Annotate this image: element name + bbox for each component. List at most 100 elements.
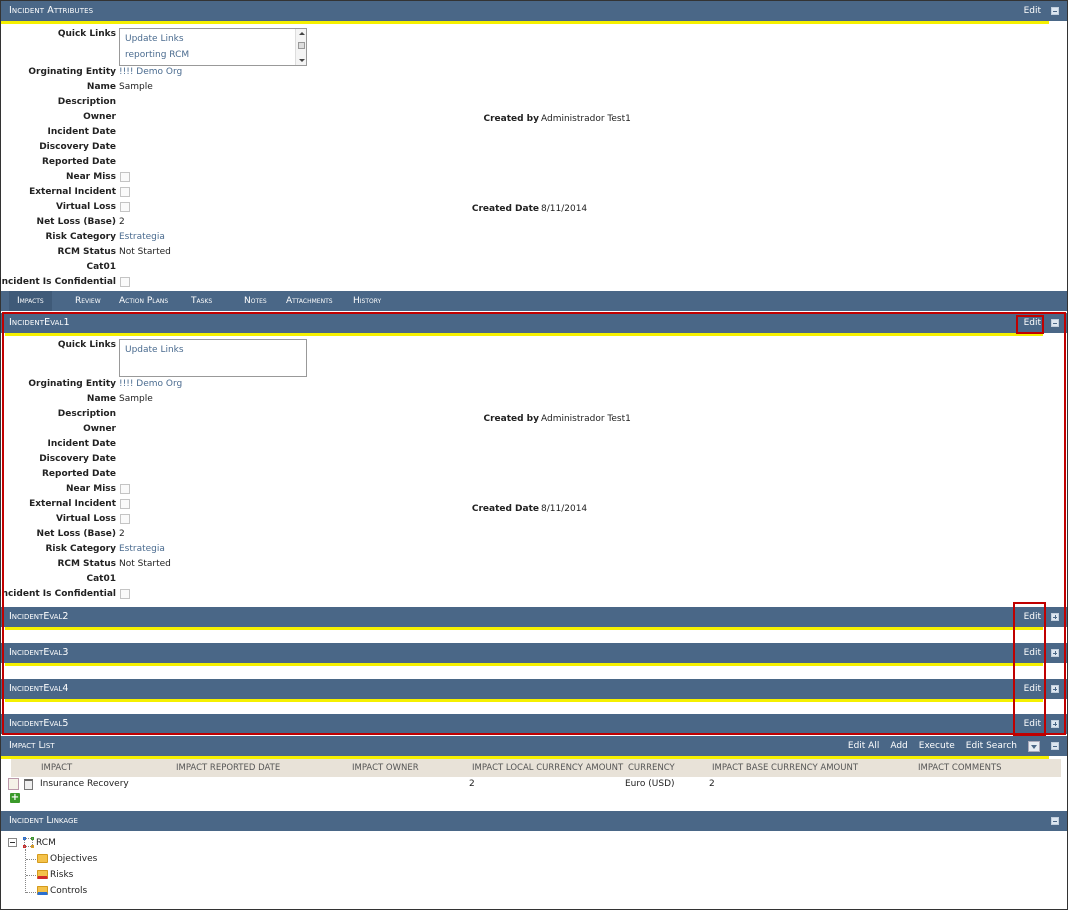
field-value: 8/11/2014 bbox=[541, 504, 588, 514]
tab-attachments[interactable]: Attachments bbox=[278, 291, 341, 311]
quick-link[interactable]: Update Links bbox=[125, 343, 184, 358]
tree-line bbox=[25, 849, 26, 893]
checkbox[interactable] bbox=[120, 589, 130, 599]
field-value[interactable]: Estrategia bbox=[119, 542, 165, 557]
quick-links-row: Quick Links Update Links bbox=[1, 338, 1068, 377]
impact-list-header: Impact List Edit All Add Execute Edit Se… bbox=[1, 736, 1067, 756]
add-row-icon[interactable]: + bbox=[10, 793, 20, 803]
divider bbox=[5, 699, 1043, 702]
dropdown-icon[interactable] bbox=[1028, 740, 1040, 752]
divider bbox=[1, 21, 1049, 24]
tab-notes[interactable]: Notes bbox=[236, 291, 275, 311]
field-value: Administrador Test1 bbox=[541, 114, 631, 124]
field-name: Name Sample bbox=[1, 392, 1068, 407]
tab-review[interactable]: Review bbox=[67, 291, 109, 311]
expand-icon[interactable] bbox=[1051, 649, 1059, 657]
field-reported-date: Reported Date bbox=[1, 467, 1068, 482]
add-button[interactable]: Add bbox=[890, 736, 907, 756]
field-rcm-status: RCM Status Not Started bbox=[1, 245, 1068, 260]
tree-item-risks[interactable]: Risks bbox=[37, 868, 73, 882]
field-risk-category: Risk Category Estrategia bbox=[1, 542, 1068, 557]
expand-icon[interactable] bbox=[1051, 685, 1059, 693]
field-value[interactable]: Estrategia bbox=[119, 230, 165, 245]
incident-eval3-header: IncidentEval3 Edit bbox=[1, 643, 1067, 663]
field-label: Net Loss (Base) bbox=[36, 217, 116, 227]
field-rcm-status: RCM Status Not Started bbox=[1, 557, 1068, 572]
field-near-miss: Near Miss bbox=[1, 482, 1068, 497]
expand-icon[interactable] bbox=[1051, 613, 1059, 621]
quick-links-label: Quick Links bbox=[57, 340, 116, 350]
column-header[interactable]: IMPACT REPORTED DATE bbox=[176, 759, 280, 777]
edit-button[interactable]: Edit bbox=[1024, 313, 1041, 333]
checkbox[interactable] bbox=[120, 484, 130, 494]
edit-search-button[interactable]: Edit Search bbox=[966, 736, 1017, 756]
section-title: Incident Linkage bbox=[9, 815, 78, 826]
tree-root-rcm[interactable]: RCM bbox=[36, 836, 56, 850]
collapse-icon[interactable] bbox=[1051, 319, 1059, 327]
field-label: Reported Date bbox=[41, 157, 116, 167]
field-incident-date: Incident Date bbox=[1, 125, 1068, 140]
scroll-down-icon[interactable] bbox=[299, 59, 305, 62]
edit-button[interactable]: Edit bbox=[1024, 714, 1041, 734]
edit-button[interactable]: Edit bbox=[1024, 607, 1041, 627]
edit-all-button[interactable]: Edit All bbox=[848, 736, 879, 756]
section-title: IncidentEval3 bbox=[9, 647, 69, 658]
tree-collapse-icon[interactable] bbox=[8, 838, 17, 847]
field-value[interactable]: !!!! Demo Org bbox=[119, 377, 182, 392]
checkbox[interactable] bbox=[120, 277, 130, 287]
edit-button[interactable]: Edit bbox=[1024, 643, 1041, 663]
edit-button[interactable]: Edit bbox=[1024, 679, 1041, 699]
execute-button[interactable]: Execute bbox=[919, 736, 955, 756]
field-label: Name bbox=[86, 82, 116, 92]
scrollbar[interactable] bbox=[295, 29, 306, 65]
scroll-up-icon[interactable] bbox=[299, 32, 305, 35]
column-header[interactable]: IMPACT BASE CURRENCY AMOUNT bbox=[712, 759, 858, 777]
tab-bar: Impacts Review Action Plans Tasks Notes … bbox=[1, 291, 1067, 311]
checkbox[interactable] bbox=[120, 172, 130, 182]
tab-impacts[interactable]: Impacts bbox=[9, 291, 52, 311]
objectives-folder-icon bbox=[37, 854, 48, 863]
incident-linkage-header: Incident Linkage bbox=[1, 811, 1067, 831]
tab-history[interactable]: History bbox=[345, 291, 389, 311]
quick-links-list[interactable]: Update Links bbox=[119, 339, 307, 377]
column-header[interactable]: IMPACT COMMENTS bbox=[918, 759, 1002, 777]
table-header: IMPACT IMPACT REPORTED DATE IMPACT OWNER… bbox=[11, 759, 1061, 777]
edit-button[interactable]: Edit bbox=[1024, 1, 1041, 21]
section-title: Incident Attributes bbox=[9, 5, 94, 16]
section-title: IncidentEval4 bbox=[9, 683, 69, 694]
checkbox[interactable] bbox=[120, 187, 130, 197]
section-title: IncidentEval1 bbox=[9, 317, 70, 328]
quick-links-list[interactable]: Update Links reporting RCM bbox=[119, 28, 307, 66]
expand-icon[interactable] bbox=[1051, 720, 1059, 728]
column-header[interactable]: CURRENCY bbox=[628, 759, 675, 777]
tree-item-label: Risks bbox=[50, 870, 74, 880]
column-header[interactable]: IMPACT LOCAL CURRENCY AMOUNT bbox=[472, 759, 623, 777]
tree-line bbox=[26, 875, 36, 876]
quick-link[interactable]: reporting RCM bbox=[125, 48, 189, 63]
collapse-icon[interactable] bbox=[1051, 817, 1059, 825]
field-label: Incident Date bbox=[47, 127, 116, 137]
tree-item-objectives[interactable]: Objectives bbox=[37, 852, 97, 866]
field-name: Name Sample bbox=[1, 80, 1068, 95]
collapse-icon[interactable] bbox=[1051, 742, 1059, 750]
field-label: External Incident bbox=[29, 187, 116, 197]
column-header[interactable]: IMPACT OWNER bbox=[352, 759, 419, 777]
collapse-icon[interactable] bbox=[1051, 7, 1059, 15]
field-value[interactable]: !!!! Demo Org bbox=[119, 65, 182, 80]
delete-row-icon[interactable] bbox=[24, 779, 33, 790]
tree-line bbox=[26, 859, 36, 860]
quick-link[interactable]: Update Links bbox=[125, 32, 184, 47]
tab-tasks[interactable]: Tasks bbox=[183, 291, 220, 311]
cell-local-amount: 2 bbox=[469, 779, 475, 789]
cell-impact[interactable]: Insurance Recovery bbox=[40, 777, 129, 791]
incident-eval1-header: IncidentEval1 Edit bbox=[1, 313, 1067, 333]
field-label: Risk Category bbox=[45, 232, 116, 242]
tree-item-controls[interactable]: Controls bbox=[37, 884, 87, 898]
scroll-thumb[interactable] bbox=[298, 42, 305, 49]
column-header[interactable]: IMPACT bbox=[41, 759, 72, 777]
field-label: Incident Date bbox=[47, 439, 116, 449]
field-label: Near Miss bbox=[65, 484, 116, 494]
edit-row-icon[interactable] bbox=[8, 778, 19, 790]
controls-folder-icon bbox=[37, 886, 48, 895]
tab-action-plans[interactable]: Action Plans bbox=[111, 291, 176, 311]
